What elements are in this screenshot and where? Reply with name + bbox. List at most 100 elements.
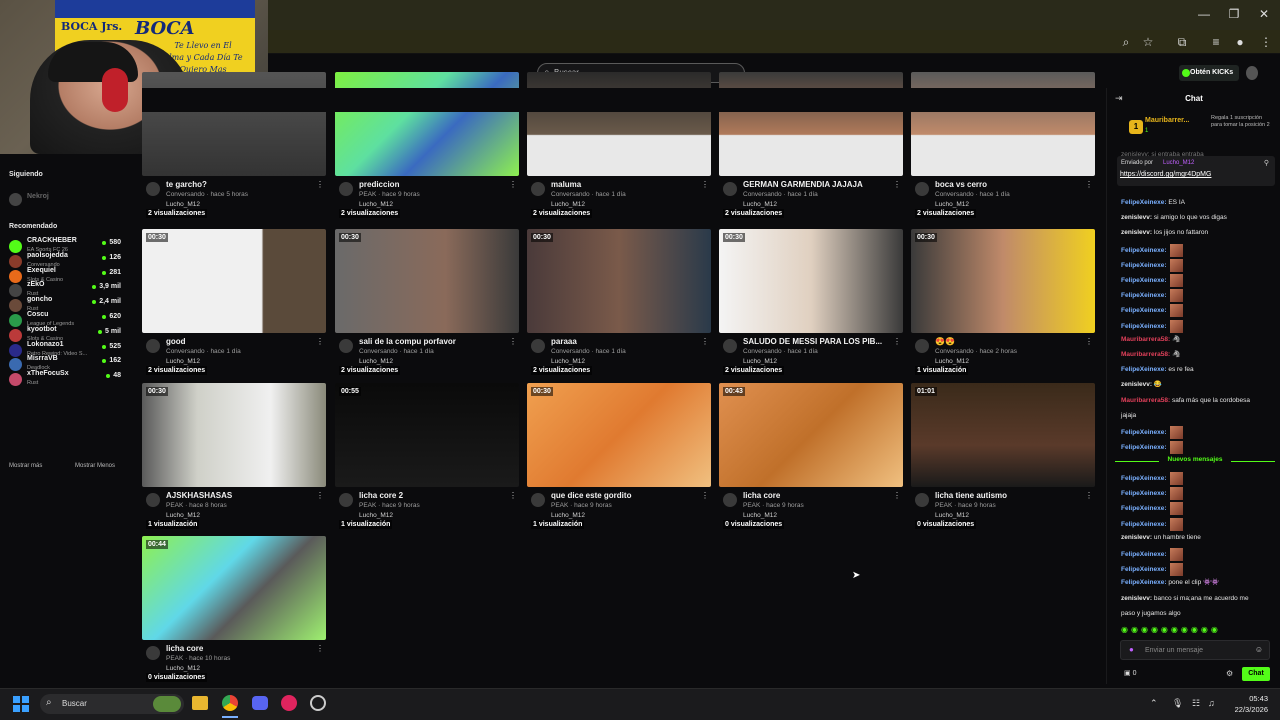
maximize-icon[interactable]: ❐ xyxy=(1226,6,1242,22)
tray-chevron-icon[interactable]: ⌃ xyxy=(1150,698,1158,709)
more-options-icon[interactable]: ⋮ xyxy=(893,491,901,500)
clip-author[interactable]: Lucho_M12 xyxy=(359,512,393,519)
sidebar-channel-item[interactable]: xTheFocuSx Rust 48 xyxy=(9,370,121,388)
chat-username[interactable]: Mauribarrera58: xyxy=(1121,397,1170,404)
app-icon[interactable] xyxy=(310,695,326,711)
taskbar-search[interactable]: ⌕ Buscar xyxy=(40,694,184,714)
pinned-link[interactable]: https://discord.gg/mgr4DpMG xyxy=(1120,171,1211,178)
chat-username[interactable]: zenislevv: xyxy=(1121,381,1152,388)
clip-author[interactable]: Lucho_M12 xyxy=(359,358,393,365)
chat-username[interactable]: Mauribarrera58: xyxy=(1121,336,1170,343)
minimize-icon[interactable]: — xyxy=(1196,6,1212,22)
clip-author[interactable]: Lucho_M12 xyxy=(166,201,200,208)
zoom-icon[interactable]: ⌕ xyxy=(1118,34,1134,50)
chat-username[interactable]: zenislevv: xyxy=(1121,229,1152,236)
chat-username[interactable]: zenislevv: xyxy=(1121,534,1152,541)
extensions-icon[interactable]: ⧉ xyxy=(1174,34,1190,50)
media-player-icon[interactable] xyxy=(281,695,297,711)
clip-card[interactable]: 00:30 1 visualización 😍😍 Conversando · ha… xyxy=(911,229,1095,379)
clip-title[interactable]: te garcho? xyxy=(166,180,316,189)
clip-thumbnail[interactable] xyxy=(527,229,711,333)
discord-icon[interactable] xyxy=(252,696,268,710)
network-icon[interactable]: ☷ xyxy=(1192,698,1200,709)
more-options-icon[interactable]: ⋮ xyxy=(316,337,324,346)
chat-username[interactable]: FelipeXeinexe: xyxy=(1121,292,1167,299)
clip-author[interactable]: Lucho_M12 xyxy=(935,358,969,365)
clip-title[interactable]: AJSKHASHASAS xyxy=(166,491,316,500)
clip-author[interactable]: Lucho_M12 xyxy=(166,358,200,365)
chat-username[interactable]: FelipeXeinexe: xyxy=(1121,247,1167,254)
volume-icon[interactable]: ♫ xyxy=(1208,698,1215,708)
clip-title[interactable]: maluma xyxy=(551,180,701,189)
clip-author[interactable]: Lucho_M12 xyxy=(551,512,585,519)
chat-username[interactable]: zenislevv: xyxy=(1121,595,1152,602)
clip-author[interactable]: Lucho_M12 xyxy=(551,358,585,365)
clip-card[interactable]: 00:30 2 visualizaciones paraaa Conversand… xyxy=(527,229,711,379)
emoji-icon[interactable]: ☺ xyxy=(1255,645,1263,654)
clip-title[interactable]: 😍😍 xyxy=(935,337,1085,346)
clip-thumbnail[interactable] xyxy=(142,383,326,487)
chat-username[interactable]: FelipeXeinexe: xyxy=(1121,579,1167,586)
more-options-icon[interactable]: ⋮ xyxy=(893,180,901,189)
clip-card[interactable]: 00:30 2 visualizaciones good Conversando … xyxy=(142,229,326,379)
clip-title[interactable]: paraaa xyxy=(551,337,701,346)
clip-thumbnail[interactable] xyxy=(911,229,1095,333)
clip-thumbnail[interactable] xyxy=(719,383,903,487)
clip-author[interactable]: Lucho_M12 xyxy=(743,358,777,365)
clip-card[interactable]: 00:30 1 visualización AJSKHASHASAS PEAK ·… xyxy=(142,383,326,533)
show-less-link[interactable]: Mostrar Menos xyxy=(75,463,115,469)
file-explorer-icon[interactable] xyxy=(192,696,208,710)
chat-username[interactable]: FelipeXeinexe: xyxy=(1121,199,1167,206)
profile-icon[interactable]: ● xyxy=(1232,34,1248,50)
clip-title[interactable]: SALUDO DE MESSI PARA LOS PIB... xyxy=(743,337,893,346)
more-options-icon[interactable]: ⋮ xyxy=(893,337,901,346)
clip-author[interactable]: Lucho_M12 xyxy=(743,201,777,208)
clip-author[interactable]: Lucho_M12 xyxy=(935,201,969,208)
clip-card[interactable]: 00:44 0 visualizaciones licha core PEAK ·… xyxy=(142,536,326,686)
clip-card[interactable]: 01:01 0 visualizaciones licha tiene autis… xyxy=(911,383,1095,533)
more-options-icon[interactable]: ⋮ xyxy=(509,180,517,189)
clip-title[interactable]: sali de la compu porfavor xyxy=(359,337,509,346)
chat-username[interactable]: Mauribarrera58: xyxy=(1121,351,1170,358)
clock[interactable]: 05:43 22/3/2026 xyxy=(1228,693,1268,715)
more-options-icon[interactable]: ⋮ xyxy=(701,491,709,500)
sidebar-following-item[interactable]: Nekroj xyxy=(9,190,121,208)
new-messages-divider[interactable]: Nuevos mensajes xyxy=(1115,456,1275,466)
chat-username[interactable]: FelipeXeinexe: xyxy=(1121,366,1167,373)
collapse-chat-icon[interactable]: ⇥ xyxy=(1115,93,1123,104)
media-icon[interactable]: ≡ xyxy=(1208,34,1224,50)
clip-author[interactable]: Lucho_M12 xyxy=(359,201,393,208)
clip-card[interactable]: 00:43 0 visualizaciones licha core PEAK ·… xyxy=(719,383,903,533)
microphone-icon[interactable]: 🎙 xyxy=(1172,698,1183,709)
chat-username[interactable]: FelipeXeinexe: xyxy=(1121,308,1167,315)
more-options-icon[interactable]: ⋮ xyxy=(316,644,324,653)
send-chat-button[interactable]: Chat xyxy=(1242,667,1270,681)
clip-author[interactable]: Lucho_M12 xyxy=(743,512,777,519)
browser-menu-icon[interactable]: ⋮ xyxy=(1258,34,1274,50)
clip-thumbnail[interactable] xyxy=(335,383,519,487)
clip-author[interactable]: Lucho_M12 xyxy=(551,201,585,208)
clip-thumbnail[interactable] xyxy=(719,229,903,333)
clip-author[interactable]: Lucho_M12 xyxy=(166,512,200,519)
close-icon[interactable]: ✕ xyxy=(1256,6,1272,22)
chat-username[interactable]: FelipeXeinexe: xyxy=(1121,444,1167,451)
clip-title[interactable]: licha core xyxy=(743,491,893,500)
chat-username[interactable]: FelipeXeinexe: xyxy=(1121,566,1167,573)
windows-start-icon[interactable] xyxy=(13,696,29,712)
clip-title[interactable]: boca vs cerro xyxy=(935,180,1085,189)
chrome-icon[interactable] xyxy=(222,695,238,711)
more-options-icon[interactable]: ⋮ xyxy=(701,180,709,189)
chat-username[interactable]: FelipeXeinexe: xyxy=(1121,490,1167,497)
clip-card[interactable]: 00:30 2 visualizaciones SALUDO DE MESSI P… xyxy=(719,229,903,379)
clip-title[interactable]: licha core 2 xyxy=(359,491,509,500)
clip-thumbnail[interactable] xyxy=(911,383,1095,487)
chat-username[interactable]: FelipeXeinexe: xyxy=(1121,262,1167,269)
clip-title[interactable]: prediccion xyxy=(359,180,509,189)
emote-bar[interactable]: ◉◉◉◉◉◉◉◉◉◉ xyxy=(1121,625,1271,635)
chat-settings-icon[interactable]: ⚙ xyxy=(1226,669,1233,678)
clip-card[interactable]: 00:55 1 visualización licha core 2 PEAK ·… xyxy=(335,383,519,533)
more-options-icon[interactable]: ⋮ xyxy=(509,337,517,346)
clip-title[interactable]: licha core xyxy=(166,644,316,653)
clip-title[interactable]: que dice este gordito xyxy=(551,491,701,500)
chat-username[interactable]: zenislevv: xyxy=(1121,214,1152,221)
